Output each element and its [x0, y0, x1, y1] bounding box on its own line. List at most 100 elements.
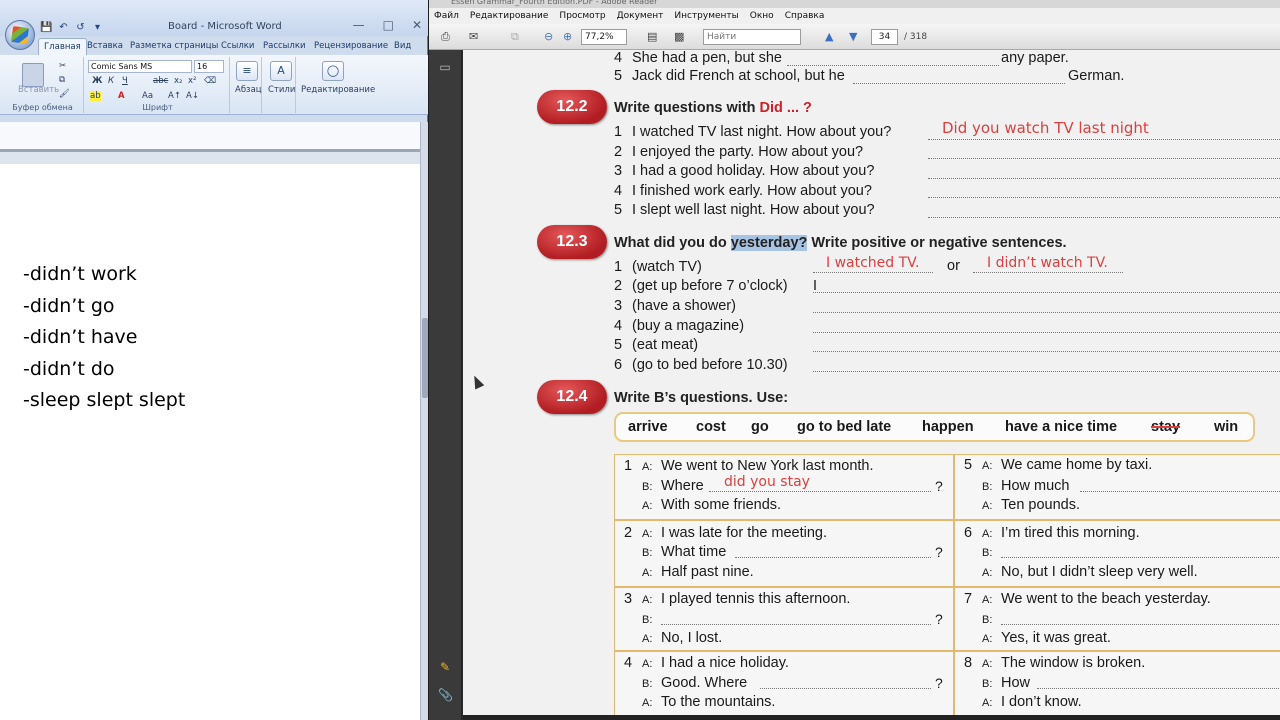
tab-page-layout[interactable]: Разметка страницы — [130, 41, 218, 51]
pdf-page[interactable]: 4 She had a pen, but she any paper. 5 Ja… — [463, 50, 1280, 715]
group-paragraph: ≡ Абзац — [232, 57, 262, 113]
line-b: How much — [1001, 478, 1070, 494]
next-page-icon[interactable]: ▼ — [849, 29, 857, 45]
cell-number: 8 — [964, 655, 973, 671]
menu-edit[interactable]: Редактирование — [470, 8, 549, 24]
grow-font-icon[interactable]: A↑ — [168, 91, 181, 101]
prev-page-icon[interactable]: ▲ — [825, 29, 833, 45]
minimize-icon[interactable]: — — [353, 18, 365, 32]
office-logo-icon — [10, 25, 30, 45]
line-b: What time — [661, 544, 727, 560]
cell-number: 7 — [964, 591, 973, 607]
speaker-a: A: — [982, 633, 993, 645]
print-icon[interactable]: ⎙ — [441, 29, 450, 45]
zoom-in-icon[interactable]: ⊕ — [563, 29, 572, 45]
line-a: We came home by taxi. — [1001, 457, 1153, 473]
menu-view[interactable]: Просмотр — [559, 8, 605, 24]
office-button[interactable] — [5, 20, 35, 50]
scroll-thumb[interactable] — [422, 318, 428, 398]
quick-access-toolbar: 💾 ↶ ↺ ▾ — [40, 21, 104, 35]
paste-button-label[interactable]: Вставить — [18, 85, 59, 95]
binoculars-icon[interactable]: ◯ — [322, 61, 344, 81]
menu-document[interactable]: Документ — [617, 8, 664, 24]
handwritten-answer: did you stay — [724, 474, 810, 490]
zoom-out-icon[interactable]: ⊖ — [544, 29, 553, 45]
italic-icon[interactable]: К — [108, 76, 114, 86]
answer-line — [813, 351, 1280, 352]
subscript-icon[interactable]: x₂ — [174, 76, 182, 86]
cell-number: 1 — [624, 458, 633, 474]
email-icon[interactable]: ✉ — [469, 29, 478, 45]
maximize-icon[interactable]: □ — [383, 18, 394, 32]
fit-width-icon[interactable]: ▩ — [674, 29, 684, 45]
tab-mailings[interactable]: Рассылки — [263, 41, 305, 51]
tab-view[interactable]: Вид — [394, 41, 411, 51]
document-page[interactable]: -didn’t work -didn’t go -didn’t have -di… — [0, 152, 420, 720]
qat-dropdown-icon[interactable]: ▾ — [91, 22, 104, 34]
answer-line — [813, 272, 933, 273]
line-a: We went to the beach yesterday. — [1001, 591, 1211, 607]
paragraph-button-label[interactable]: Абзац — [235, 85, 262, 95]
doc-line: -sleep slept slept — [23, 389, 186, 411]
menu-file[interactable]: Файл — [434, 8, 459, 24]
tab-home[interactable]: Главная — [38, 38, 87, 55]
redo-icon[interactable]: ↺ — [74, 22, 87, 34]
word-bank-item: go — [751, 419, 769, 435]
item-text: (buy a magazine) — [632, 318, 745, 334]
font-color-icon[interactable]: A — [118, 91, 125, 101]
find-input[interactable]: Найти — [703, 29, 801, 45]
editing-button-label[interactable]: Редактирование — [301, 85, 375, 95]
change-case-icon[interactable]: Aa — [142, 91, 153, 101]
styles-button-label[interactable]: Стили — [268, 85, 295, 95]
doc-line: -didn’t have — [23, 326, 138, 348]
cell-number: 5 — [964, 457, 973, 473]
answer-line — [661, 624, 931, 625]
line-a: I played tennis this afternoon. — [661, 591, 851, 607]
superscript-icon[interactable]: x² — [188, 76, 196, 86]
attachments-icon[interactable]: 📎 — [438, 688, 453, 702]
zoom-input[interactable]: 77,2% — [581, 29, 627, 45]
item-number: 1 — [614, 259, 623, 275]
share-icon[interactable]: ⧉ — [511, 29, 519, 45]
word-vertical-scrollbar[interactable] — [420, 122, 428, 720]
clear-format-icon[interactable]: ⌫ — [204, 76, 216, 86]
strikethrough-icon[interactable]: abc — [153, 76, 168, 86]
paste-icon[interactable] — [22, 63, 44, 87]
bold-icon[interactable]: Ж — [92, 76, 102, 86]
cell-number: 6 — [964, 525, 973, 541]
tab-references[interactable]: Ссылки — [221, 41, 254, 51]
reader-status-bar — [463, 715, 1280, 720]
tab-review[interactable]: Рецензирование — [314, 41, 388, 51]
group-styles: A Стили — [264, 57, 296, 113]
answer-line — [973, 272, 1123, 273]
pages-panel-icon[interactable]: ▭ — [438, 60, 452, 74]
word-bank-item: win — [1214, 419, 1239, 435]
paragraph-icon[interactable]: ≡ — [236, 61, 258, 81]
menu-tools[interactable]: Инструменты — [674, 8, 738, 24]
undo-icon[interactable]: ↶ — [57, 22, 70, 34]
line-b: Where — [661, 478, 704, 494]
dialogue-cell: 4 A: I had a nice holiday. B: Good. Wher… — [614, 651, 954, 715]
highlight-icon[interactable]: ab — [90, 91, 101, 101]
answer-line — [928, 178, 1280, 179]
underline-icon[interactable]: Ч — [122, 76, 128, 86]
cut-icon[interactable]: ✂ — [59, 61, 66, 71]
format-painter-icon[interactable]: 🖌 — [59, 89, 70, 99]
comments-icon[interactable]: ✎ — [438, 660, 452, 674]
close-icon[interactable]: ✕ — [412, 18, 422, 32]
fit-page-icon[interactable]: ▤ — [647, 29, 657, 45]
word-window-title: Board - Microsoft Word — [168, 21, 282, 32]
shrink-font-icon[interactable]: A↓ — [186, 91, 199, 101]
styles-icon[interactable]: A — [270, 61, 292, 81]
speaker-a: A: — [642, 594, 653, 606]
font-name-select[interactable]: Comic Sans MS — [88, 60, 192, 73]
font-size-select[interactable]: 16 — [194, 60, 224, 73]
copy-icon[interactable]: ⧉ — [59, 75, 65, 85]
menu-window[interactable]: Окно — [750, 8, 774, 24]
item-number: 5 — [614, 202, 623, 218]
tab-insert[interactable]: Вставка — [87, 41, 123, 51]
menu-help[interactable]: Справка — [785, 8, 825, 24]
save-icon[interactable]: 💾 — [40, 22, 53, 34]
page-number-input[interactable]: 34 — [871, 29, 898, 45]
cell-number: 2 — [624, 525, 633, 541]
